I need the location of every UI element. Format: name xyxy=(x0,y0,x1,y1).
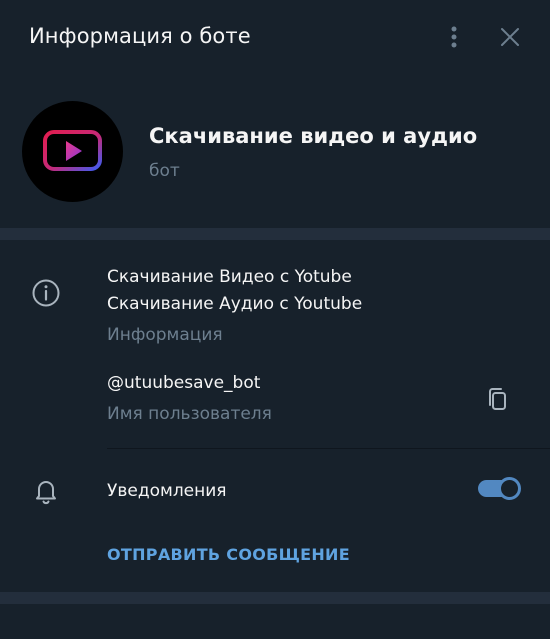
description-label: Информация xyxy=(107,325,223,345)
bot-description-line: Скачивание Видео с Yotube xyxy=(107,267,352,287)
row-divider xyxy=(107,448,550,449)
youtube-play-logo-icon xyxy=(43,130,102,171)
avatar[interactable] xyxy=(22,101,123,202)
toggle-knob xyxy=(498,477,521,500)
dialog-title: Информация о боте xyxy=(29,24,251,48)
info-circle-icon xyxy=(32,279,60,307)
copy-username-button[interactable] xyxy=(484,385,512,415)
section-divider xyxy=(0,592,550,604)
bot-name: Скачивание видео и аудио xyxy=(149,124,478,148)
bot-info-dialog: Информация о боте Скачивание видео и ауд… xyxy=(0,0,550,639)
bot-username[interactable]: @utuubesave_bot xyxy=(107,373,260,393)
more-menu-button[interactable] xyxy=(440,22,468,52)
more-vertical-icon xyxy=(451,26,457,48)
bot-type-label: бот xyxy=(149,161,180,181)
copy-icon xyxy=(489,388,506,410)
notifications-label: Уведомления xyxy=(107,481,227,501)
dialog-header: Информация о боте xyxy=(0,0,550,76)
bot-info-section: Скачивание Видео с Yotube Скачивание Ауд… xyxy=(0,240,550,592)
close-icon xyxy=(501,28,519,46)
notifications-toggle[interactable] xyxy=(478,477,521,501)
username-label: Имя пользователя xyxy=(107,404,272,424)
bot-profile: Скачивание видео и аудио бот xyxy=(0,76,550,228)
close-button[interactable] xyxy=(495,22,525,52)
send-message-button[interactable]: ОТПРАВИТЬ СООБЩЕНИЕ xyxy=(107,545,350,564)
section-divider xyxy=(0,228,550,240)
bell-icon xyxy=(36,481,56,505)
bot-description-line: Скачивание Аудио с Youtube xyxy=(107,294,363,314)
